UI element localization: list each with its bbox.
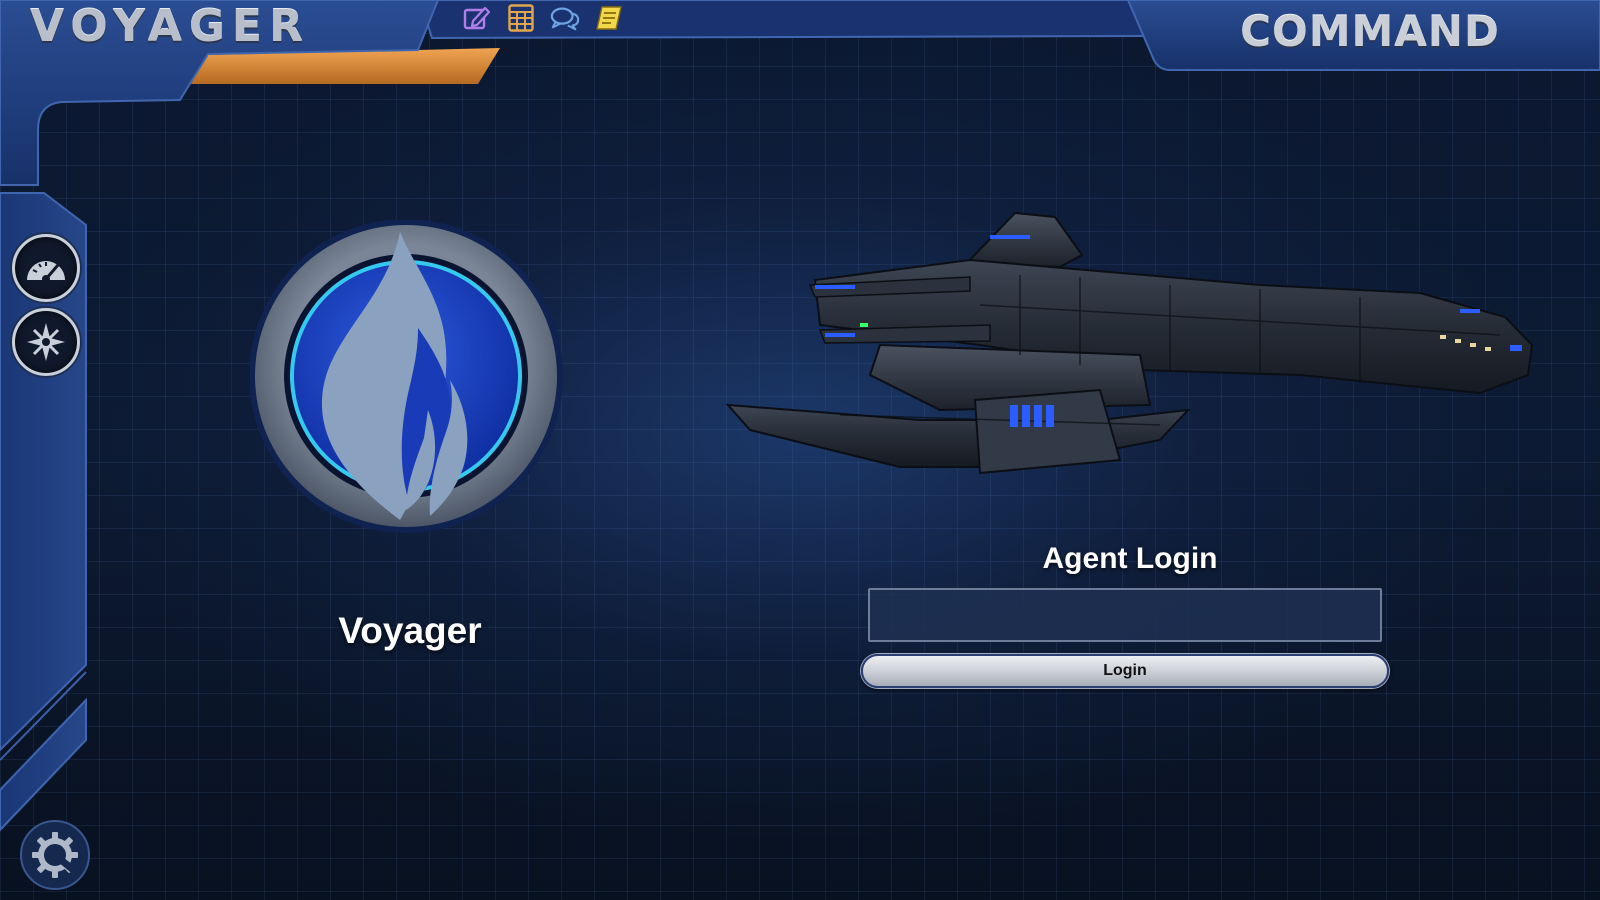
- starship-image: [725, 211, 1534, 475]
- login-button[interactable]: Login: [861, 654, 1389, 688]
- chat-icon: [550, 7, 580, 31]
- edit-icon: [463, 6, 491, 30]
- calculator-icon: [508, 4, 534, 32]
- settings-gear-icon: [32, 832, 80, 878]
- login-title: Agent Login: [1042, 542, 1218, 575]
- ship-name: Voyager: [338, 610, 482, 651]
- agent-id-input[interactable]: [868, 588, 1382, 642]
- edit-button[interactable]: [462, 3, 492, 33]
- sidebar-item-navigation[interactable]: [12, 308, 80, 376]
- notes-button[interactable]: [594, 3, 624, 33]
- section-title: COMMAND: [1240, 7, 1500, 56]
- main-viewport: VOYAGER COMMAND Voyager Agent Login Logi…: [0, 0, 1600, 900]
- navigation-compass-icon: [27, 323, 65, 361]
- dashboard-gauge-icon: [27, 261, 65, 283]
- chat-button[interactable]: [550, 3, 580, 33]
- calculator-button[interactable]: [506, 3, 536, 33]
- settings-button[interactable]: [20, 820, 90, 890]
- top-toolbar: [462, 3, 624, 35]
- notes-icon: [596, 6, 622, 30]
- app-title: VOYAGER: [30, 1, 310, 52]
- flame-emblem-icon: [250, 220, 563, 533]
- sidebar-item-dashboard[interactable]: [12, 234, 80, 302]
